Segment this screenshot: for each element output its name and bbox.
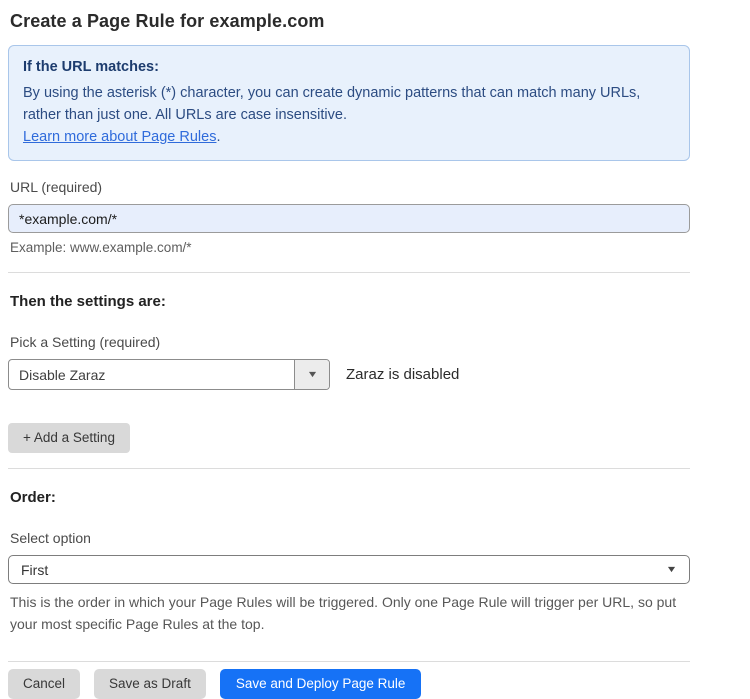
link-suffix: .: [216, 129, 220, 145]
chevron-down-icon: ▼: [666, 565, 678, 574]
order-select[interactable]: First ▼: [8, 555, 690, 584]
settings-section-heading: Then the settings are:: [10, 292, 690, 311]
info-box-body: By using the asterisk (*) character, you…: [23, 82, 675, 126]
add-setting-button[interactable]: + Add a Setting: [8, 423, 130, 453]
divider: [8, 468, 690, 469]
setting-select-arrow-button[interactable]: ▼: [294, 360, 329, 389]
order-select-label: Select option: [10, 529, 690, 547]
url-input[interactable]: [8, 204, 690, 233]
setting-select[interactable]: Disable Zaraz ▼: [8, 359, 330, 390]
cancel-button[interactable]: Cancel: [8, 669, 80, 699]
page-rule-form: Create a Page Rule for example.com If th…: [0, 0, 690, 699]
setting-status-text: Zaraz is disabled: [346, 366, 459, 383]
setting-row: Disable Zaraz ▼ Zaraz is disabled: [8, 359, 690, 390]
divider: [8, 272, 690, 273]
learn-more-link[interactable]: Learn more about Page Rules: [23, 129, 216, 145]
setting-picker-label: Pick a Setting (required): [10, 333, 690, 351]
save-as-draft-button[interactable]: Save as Draft: [94, 669, 206, 699]
url-field-label: URL (required): [10, 178, 690, 196]
order-help-text: This is the order in which your Page Rul…: [10, 591, 686, 635]
save-and-deploy-button[interactable]: Save and Deploy Page Rule: [220, 669, 422, 699]
url-example-hint: Example: www.example.com/*: [10, 239, 690, 257]
chevron-down-icon: ▼: [306, 370, 318, 379]
divider: [8, 661, 690, 662]
setting-select-value: Disable Zaraz: [9, 360, 294, 389]
order-section-heading: Order:: [10, 488, 690, 507]
order-select-value: First: [21, 562, 48, 578]
url-match-info-box: If the URL matches: By using the asteris…: [8, 45, 690, 161]
form-actions: Cancel Save as Draft Save and Deploy Pag…: [8, 669, 690, 699]
info-box-heading: If the URL matches:: [23, 57, 675, 77]
page-title: Create a Page Rule for example.com: [10, 10, 690, 32]
info-box-link-line: Learn more about Page Rules.: [23, 126, 675, 148]
